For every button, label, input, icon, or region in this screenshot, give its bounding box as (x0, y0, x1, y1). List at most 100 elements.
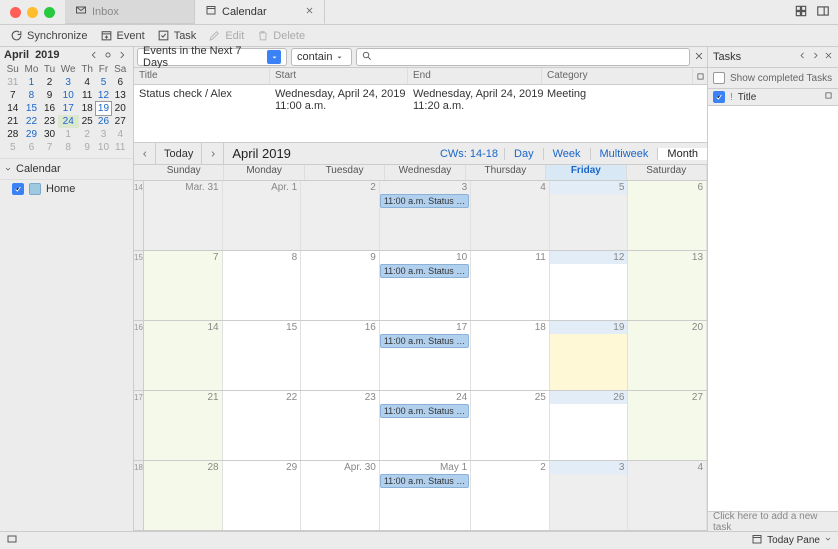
search-input[interactable] (356, 48, 690, 66)
tab-calendar[interactable]: Calendar (195, 0, 325, 24)
day-cell[interactable]: 22 (223, 391, 302, 460)
minical-day[interactable]: 8 (58, 141, 79, 154)
day-cell[interactable]: 2 (471, 461, 550, 530)
minical-day[interactable]: 10 (58, 89, 79, 102)
minical-day[interactable]: 6 (22, 141, 42, 154)
month-next-button[interactable] (202, 143, 224, 164)
minical-day[interactable]: 11 (111, 141, 129, 154)
minical-day[interactable]: 1 (58, 128, 79, 141)
day-cell[interactable]: 5 (550, 181, 629, 250)
month-grid[interactable]: 14Mar. 31Apr. 12311:00 a.m. Status …4561… (134, 181, 707, 531)
day-cell[interactable]: Apr. 1 (223, 181, 302, 250)
day-cell[interactable]: 1011:00 a.m. Status … (380, 251, 471, 320)
minical-next-button[interactable] (115, 50, 129, 60)
day-cell[interactable]: 16 (301, 321, 380, 390)
minical-day[interactable]: 28 (4, 128, 22, 141)
calendar-checkbox[interactable] (12, 183, 24, 195)
event-row[interactable]: Status check / AlexWednesday, April 24, … (134, 85, 707, 115)
minical-day[interactable]: 18 (79, 102, 96, 115)
minical-day[interactable]: 19 (96, 102, 112, 115)
minical-day[interactable]: 1 (22, 76, 42, 89)
filter-match-dropdown[interactable]: contain (291, 48, 352, 66)
mini-calendar[interactable]: SuMoTuWeThFrSa31123456789101112131415161… (0, 63, 133, 158)
minical-day[interactable]: 16 (41, 102, 57, 115)
event-chip[interactable]: 11:00 a.m. Status … (380, 194, 469, 208)
show-completed-checkbox[interactable] (713, 72, 725, 84)
col-end[interactable]: End (408, 68, 542, 84)
event-chip[interactable]: 11:00 a.m. Status … (380, 404, 469, 418)
tasks-list[interactable] (708, 106, 838, 511)
day-cell[interactable]: 14 (144, 321, 223, 390)
day-cell[interactable]: 13 (628, 251, 707, 320)
window-close-button[interactable] (10, 7, 21, 18)
day-cell[interactable]: 19 (550, 321, 629, 390)
day-cell[interactable]: 2411:00 a.m. Status … (380, 391, 471, 460)
tasks-close-button[interactable] (824, 51, 833, 63)
clear-filter-button[interactable] (694, 51, 704, 64)
minical-day[interactable]: 4 (111, 128, 129, 141)
minical-prev-button[interactable] (87, 50, 101, 60)
minical-day[interactable]: 8 (22, 89, 42, 102)
minical-day[interactable]: 3 (96, 128, 112, 141)
event-chip[interactable]: 11:00 a.m. Status … (380, 474, 469, 488)
minical-today-button[interactable] (101, 50, 115, 60)
col-category[interactable]: Category (542, 68, 693, 84)
day-cell[interactable]: 23 (301, 391, 380, 460)
day-cell[interactable]: 28 (144, 461, 223, 530)
day-cell[interactable]: 9 (301, 251, 380, 320)
tab-close-button[interactable] (305, 6, 314, 18)
minical-day[interactable]: 11 (79, 89, 96, 102)
minical-day[interactable]: 7 (41, 141, 57, 154)
minical-day[interactable]: 7 (4, 89, 22, 102)
day-cell[interactable]: 11 (471, 251, 550, 320)
minical-day[interactable]: 21 (4, 115, 22, 128)
app-menu-button[interactable] (828, 30, 834, 42)
view-month[interactable]: Month (657, 148, 707, 160)
minical-day[interactable]: 15 (22, 102, 42, 115)
minical-day[interactable]: 14 (4, 102, 22, 115)
minical-day[interactable]: 24 (58, 115, 79, 128)
delete-button[interactable]: Delete (250, 25, 311, 46)
tasks-column-picker[interactable] (824, 91, 833, 103)
minical-day[interactable]: 31 (4, 76, 22, 89)
tasks-next-button[interactable] (811, 51, 820, 63)
minical-day[interactable]: 5 (4, 141, 22, 154)
day-cell[interactable]: 1711:00 a.m. Status … (380, 321, 471, 390)
minical-day[interactable]: 13 (111, 89, 129, 102)
day-cell[interactable]: May 111:00 a.m. Status … (380, 461, 471, 530)
col-start[interactable]: Start (270, 68, 408, 84)
sidebar-toggle-icon[interactable] (816, 4, 830, 21)
day-cell[interactable]: Apr. 30 (301, 461, 380, 530)
minical-day[interactable]: 22 (22, 115, 42, 128)
view-multiweek[interactable]: Multiweek (590, 148, 658, 160)
minical-day[interactable]: 23 (41, 115, 57, 128)
tasks-col-check[interactable] (713, 91, 725, 103)
minical-day[interactable]: 20 (111, 102, 129, 115)
month-prev-button[interactable] (134, 143, 156, 164)
minical-day[interactable]: 26 (96, 115, 112, 128)
view-day[interactable]: Day (504, 148, 543, 160)
day-cell[interactable]: 12 (550, 251, 629, 320)
minical-day[interactable]: 27 (111, 115, 129, 128)
day-cell[interactable]: 21 (144, 391, 223, 460)
minical-day[interactable]: 5 (96, 76, 112, 89)
filter-preset-dropdown[interactable]: Events in the Next 7 Days (137, 48, 287, 66)
grid-icon[interactable] (794, 4, 808, 21)
view-week[interactable]: Week (543, 148, 590, 160)
minical-day[interactable]: 9 (41, 89, 57, 102)
day-cell[interactable]: 7 (144, 251, 223, 320)
day-cell[interactable]: 8 (223, 251, 302, 320)
tasks-col-title[interactable]: Title (738, 92, 757, 103)
minical-day[interactable]: 29 (22, 128, 42, 141)
event-list[interactable]: Status check / AlexWednesday, April 24, … (134, 85, 707, 143)
day-cell[interactable]: 4 (471, 181, 550, 250)
minical-day[interactable]: 17 (58, 102, 79, 115)
day-cell[interactable]: 311:00 a.m. Status … (380, 181, 471, 250)
day-cell[interactable]: 20 (628, 321, 707, 390)
minical-day[interactable]: 4 (79, 76, 96, 89)
day-cell[interactable]: 25 (471, 391, 550, 460)
today-pane-button[interactable]: Today Pane (767, 535, 820, 546)
day-cell[interactable]: 3 (550, 461, 629, 530)
minical-day[interactable]: 10 (96, 141, 112, 154)
day-cell[interactable]: 6 (628, 181, 707, 250)
